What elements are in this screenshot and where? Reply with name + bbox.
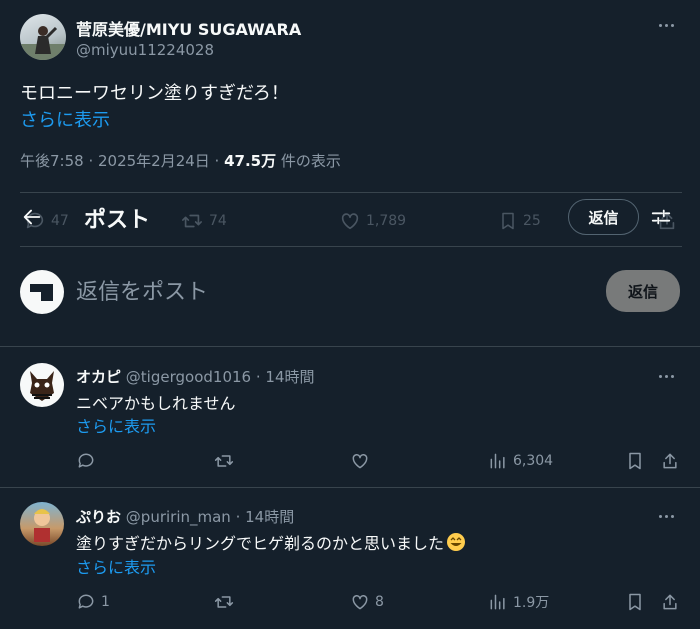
share-icon[interactable]	[660, 592, 680, 612]
bookmark-count: 25	[523, 213, 541, 229]
reply-action[interactable]	[76, 451, 101, 471]
reply-time[interactable]: · 14時間	[236, 508, 295, 526]
reply-header: オカピ @tigergood1016 · 14時間	[76, 366, 314, 387]
reply-text-row: 塗りすぎだからリングでヒゲ剃るのかと思いました	[76, 530, 466, 554]
repost-stat[interactable]: 74	[180, 210, 227, 232]
reply-text: ニベアかもしれません	[76, 394, 236, 413]
header-title: ポスト	[84, 208, 151, 233]
bookmark-icon[interactable]	[625, 592, 645, 612]
show-more-link[interactable]: さらに表示	[76, 554, 156, 578]
reply-divider	[0, 487, 700, 488]
reply-time[interactable]: · 14時間	[256, 368, 315, 386]
reply-count: 1	[101, 594, 110, 610]
views-action[interactable]: 6,304	[488, 451, 553, 471]
views-count: 1.9万	[513, 595, 550, 611]
reply-text: 塗りすぎだからリングでヒゲ剃るのかと思いました	[76, 534, 445, 553]
reply-count: 47	[51, 213, 69, 229]
reply-handle[interactable]: @tigergood1016	[126, 368, 251, 386]
repost-icon	[182, 214, 202, 228]
filter-icon[interactable]	[650, 206, 672, 228]
author-avatar[interactable]	[20, 14, 66, 60]
show-more-link[interactable]: さらに表示	[20, 106, 110, 132]
header-reply-button[interactable]: 返信	[568, 199, 639, 235]
reply-display-name[interactable]: ぷりお	[76, 508, 121, 526]
views-action[interactable]: 1.9万	[488, 592, 549, 612]
views-count: 6,304	[513, 453, 554, 469]
grinning-emoji-icon	[447, 533, 466, 551]
stats-divider	[20, 246, 682, 247]
reply-handle[interactable]: @puririn_man	[126, 508, 231, 526]
show-more-link[interactable]: さらに表示	[76, 413, 156, 437]
reply-display-name[interactable]: オカピ	[76, 368, 121, 386]
composer-divider	[0, 346, 700, 347]
repost-count: 74	[209, 213, 227, 229]
author-display-name[interactable]: 菅原美優/MIYU SUGAWARA	[76, 16, 301, 40]
composer-reply-button[interactable]: 返信	[606, 270, 680, 312]
views-label: 件の表示	[276, 152, 341, 170]
like-icon	[352, 594, 368, 610]
like-count: 8	[375, 594, 384, 610]
reply-header: ぷりお @puririn_man · 14時間	[76, 506, 294, 527]
views-icon	[490, 453, 505, 469]
like-action[interactable]: 8	[350, 592, 384, 612]
reply-icon	[78, 594, 94, 609]
bookmark-icon[interactable]	[625, 451, 645, 471]
bookmark-icon	[502, 212, 514, 230]
reply-icon	[78, 453, 94, 468]
like-count: 1,789	[366, 213, 407, 229]
views-count: 47.5万	[224, 152, 277, 170]
reply-avatar[interactable]	[20, 363, 64, 407]
author-handle[interactable]: @miyuu11224028	[76, 41, 214, 59]
more-icon[interactable]	[659, 512, 679, 520]
back-arrow-icon[interactable]	[20, 206, 44, 228]
meta-divider	[20, 192, 682, 193]
reply-action[interactable]: 1	[76, 592, 110, 612]
repost-action[interactable]	[213, 592, 240, 612]
reply-avatar[interactable]	[20, 502, 64, 546]
repost-action[interactable]	[213, 451, 240, 471]
bookmark-stat[interactable]: 25	[498, 210, 541, 232]
post-meta: 午後7:58 · 2025年2月24日 · 47.5万 件の表示	[20, 150, 341, 171]
repost-icon	[214, 596, 234, 608]
post-timestamp[interactable]: 午後7:58 · 2025年2月24日 ·	[20, 152, 224, 170]
repost-icon	[214, 455, 234, 467]
more-icon[interactable]	[659, 21, 679, 29]
like-icon	[341, 213, 359, 230]
like-stat[interactable]: 1,789	[339, 210, 406, 232]
share-icon[interactable]	[660, 451, 680, 471]
views-icon	[490, 594, 505, 610]
like-icon	[352, 453, 368, 469]
reply-composer-input[interactable]	[76, 274, 576, 310]
post-text: モロニーワセリン塗りすぎだろ！	[20, 83, 289, 104]
like-action[interactable]	[350, 451, 375, 471]
user-avatar[interactable]	[20, 270, 64, 314]
more-icon[interactable]	[659, 372, 679, 380]
